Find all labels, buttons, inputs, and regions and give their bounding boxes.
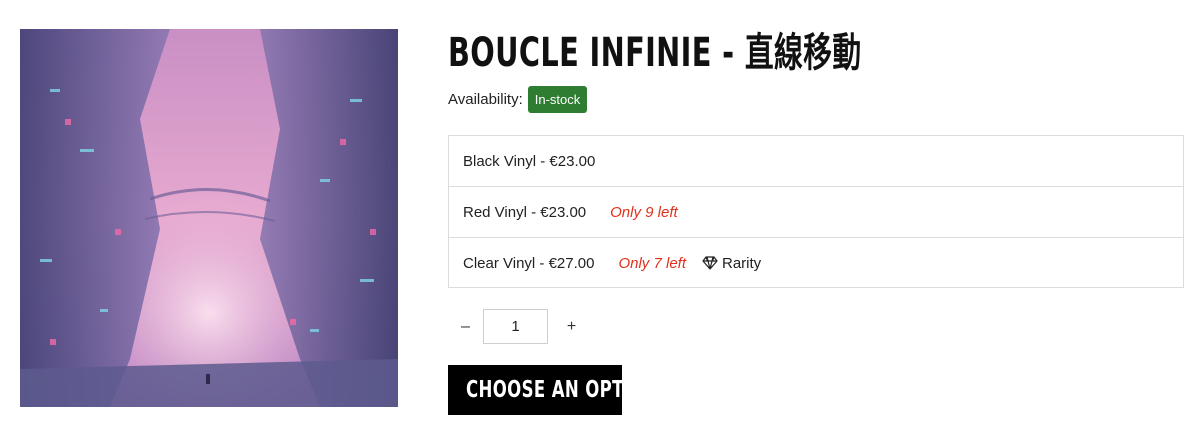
status-badge: In-stock bbox=[527, 86, 588, 113]
variant-label: Red Vinyl - €23.00 bbox=[463, 203, 587, 221]
availability-label: Availability: bbox=[448, 91, 523, 108]
album-cover[interactable] bbox=[20, 29, 398, 407]
quantity-input[interactable] bbox=[483, 309, 548, 344]
variant-list: Black Vinyl - €23.00 Red Vinyl - €23.00 … bbox=[448, 135, 1184, 288]
choose-option-label: CHOOSE AN OPTION bbox=[466, 377, 622, 403]
diamond-icon bbox=[702, 256, 718, 270]
quantity-increase-button[interactable]: + bbox=[554, 309, 589, 344]
quantity-stepper: – + bbox=[448, 309, 589, 344]
variant-label: Clear Vinyl - €27.00 bbox=[463, 254, 595, 272]
rarity-tag: Rarity bbox=[702, 255, 761, 272]
variant-option-black[interactable]: Black Vinyl - €23.00 bbox=[449, 136, 1183, 187]
product-title: BOUCLE INFINIE - 直線移動 bbox=[448, 30, 862, 76]
choose-option-button[interactable]: CHOOSE AN OPTION bbox=[448, 365, 622, 415]
stock-warning: Only 9 left bbox=[610, 203, 678, 221]
variant-option-clear[interactable]: Clear Vinyl - €27.00 Only 7 left Rarity bbox=[449, 238, 1183, 288]
album-cover-art bbox=[20, 29, 398, 407]
availability-row: Availability: In-stock bbox=[448, 86, 588, 113]
variant-option-red[interactable]: Red Vinyl - €23.00 Only 9 left bbox=[449, 187, 1183, 238]
stock-warning: Only 7 left bbox=[618, 254, 686, 272]
rarity-label: Rarity bbox=[722, 254, 762, 272]
variant-label: Black Vinyl - €23.00 bbox=[463, 152, 596, 170]
quantity-decrease-button[interactable]: – bbox=[448, 309, 483, 344]
